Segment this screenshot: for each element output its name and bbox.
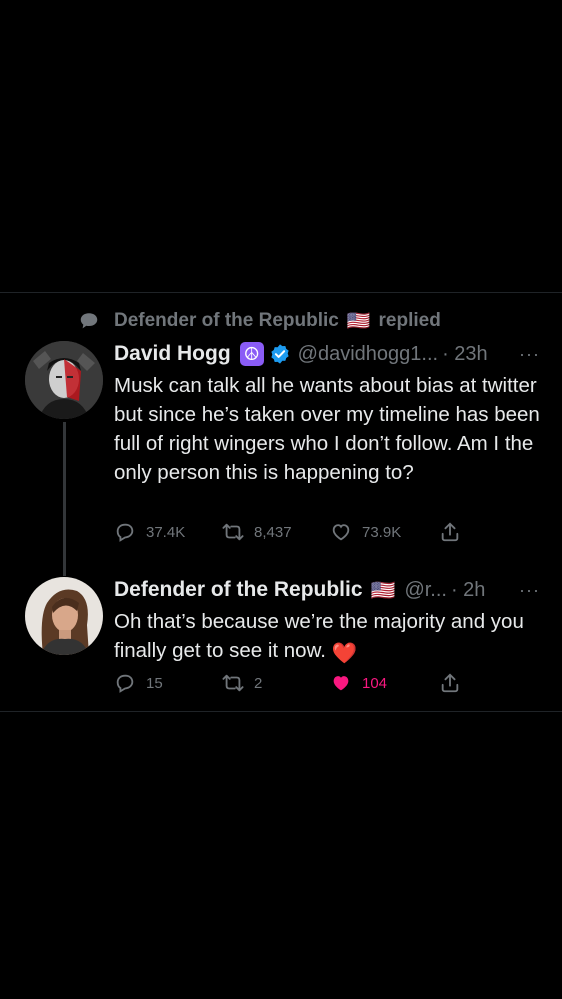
like-button[interactable]: 104 [330,672,387,694]
tweet-david-hogg[interactable]: David Hogg ☮ @davidhogg1... · 23h ··· Mu… [114,340,540,487]
retweet-count: 8,437 [254,523,292,541]
handle[interactable]: @r... [404,579,447,602]
peace-symbol-icon: ☮ [243,343,260,364]
tweet-text: Oh that’s because we’re the majority and… [114,610,524,662]
tweet-actions: 15 2 104 [114,672,534,696]
more-options-icon[interactable]: ··· [519,580,540,601]
peace-badge: ☮ [239,342,264,366]
share-button[interactable] [439,521,471,543]
display-name[interactable]: David Hogg [114,342,231,366]
tweet-text: Musk can talk all he wants about bias at… [114,374,540,484]
share-icon [441,522,459,542]
bottom-separator [0,711,562,712]
context-action: replied [378,310,441,331]
reply-count: 15 [146,674,163,692]
tweet-text-container: Oh that’s because we’re the majority and… [114,607,540,668]
display-name[interactable]: Defender of the Republic [114,578,363,602]
avatar-david-hogg[interactable] [25,341,103,419]
share-icon [441,673,459,693]
verified-badge-icon [271,344,289,364]
thread-line [63,422,66,576]
reply-icon [116,674,134,693]
tweet-defender-reply[interactable]: Defender of the Republic 🇺🇸 @r... · 2h ·… [114,576,540,668]
like-count: 73.9K [362,523,402,541]
retweet-count: 2 [254,674,263,692]
retweet-icon [222,674,244,692]
more-options-icon[interactable]: ··· [519,344,540,365]
retweet-button[interactable]: 8,437 [222,521,292,543]
timestamp[interactable]: · 2h [451,579,485,602]
reply-count: 37.4K [146,523,186,541]
handle[interactable]: @davidhogg1... [298,343,438,366]
context-name[interactable]: Defender of the Republic [114,310,339,332]
us-flag-icon: 🇺🇸 [346,311,371,332]
timestamp[interactable]: · 23h [442,343,488,366]
retweet-button[interactable]: 2 [222,672,262,694]
reply-context[interactable]: Defender of the Republic 🇺🇸 replied [78,308,441,334]
retweet-icon [222,523,244,541]
avatar-image [25,341,103,419]
red-heart-emoji: ❤️ [331,642,358,665]
reply-button[interactable]: 37.4K [114,521,185,543]
heart-filled-icon [333,676,349,691]
avatar-image [25,577,103,655]
reply-button[interactable]: 15 [114,672,163,694]
speech-bubble-icon [80,313,98,329]
like-button[interactable]: 73.9K [330,521,401,543]
avatar-defender-of-the-republic[interactable] [25,577,103,655]
tweet-header: David Hogg ☮ @davidhogg1... · 23h ··· [114,340,540,368]
us-flag-icon: 🇺🇸 [370,579,396,602]
heart-outline-icon [332,524,350,541]
like-count: 104 [362,674,388,692]
reply-icon [116,523,134,542]
top-separator [0,292,562,293]
tweet-header: Defender of the Republic 🇺🇸 @r... · 2h ·… [114,576,540,604]
share-button[interactable] [439,672,471,694]
tweet-actions: 37.4K 8,437 73.9K [114,521,534,545]
